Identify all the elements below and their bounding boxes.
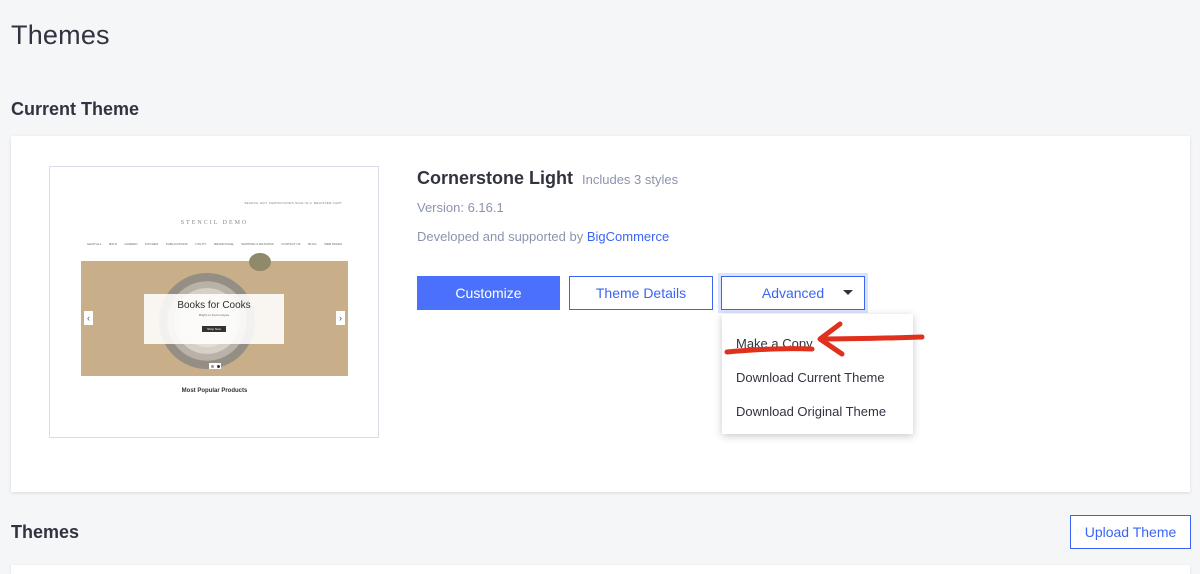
menu-item-download-current-theme[interactable]: Download Current Theme <box>722 360 913 394</box>
current-theme-card: SEARCH GIFT CERTIFICATES SIGN IN or REGI… <box>11 136 1190 492</box>
preview-category: PUBLICATIONS <box>165 242 188 246</box>
theme-details-button[interactable]: Theme Details <box>569 276 713 310</box>
preview-dot <box>210 364 214 368</box>
preview-category: BLOG <box>308 242 317 246</box>
current-theme-heading: Current Theme <box>11 99 140 119</box>
theme-preview-screenshot: SEARCH GIFT CERTIFICATES SIGN IN or REGI… <box>81 198 348 406</box>
preview-slide-button: Shop Now <box>202 326 226 332</box>
theme-preview-thumbnail[interactable]: SEARCH GIFT CERTIFICATES SIGN IN or REGI… <box>49 166 379 438</box>
preview-slide-box: Books for Cooks Bright on fresh recipes … <box>144 294 284 344</box>
preview-category-nav: SHOP ALL BATH GARDEN KITCHEN PUBLICATION… <box>87 242 342 246</box>
menu-item-make-a-copy[interactable]: Make a Copy <box>722 326 913 360</box>
theme-version: Version: 6.16.1 <box>417 200 504 215</box>
menu-item-download-original-theme[interactable]: Download Original Theme <box>722 394 913 428</box>
preview-popular-heading: Most Popular Products <box>181 388 248 394</box>
preview-category: SHOP ALL <box>87 242 102 246</box>
preview-bowl-image <box>249 253 271 271</box>
theme-name-text: Cornerstone Light <box>417 168 573 188</box>
themes-heading: Themes <box>11 522 80 542</box>
preview-category: UTILITY <box>195 242 207 246</box>
preview-category: GARDEN <box>124 242 138 246</box>
preview-chevron-right-icon: › <box>336 311 345 325</box>
preview-slide-title: Books for Cooks <box>177 300 251 311</box>
themes-list-card <box>11 565 1190 574</box>
preview-top-links: SEARCH GIFT CERTIFICATES SIGN IN or REGI… <box>244 201 342 205</box>
page-title: Themes <box>11 20 110 50</box>
preview-chevron-left-icon: ‹ <box>84 311 93 325</box>
preview-brand: STENCIL DEMO <box>180 220 249 226</box>
preview-hero-banner: Books for Cooks Bright on fresh recipes … <box>81 253 348 376</box>
preview-dot-active <box>216 364 220 368</box>
preview-category: BRAND PAGE <box>214 242 234 246</box>
preview-slide-subtitle: Bright on fresh recipes <box>198 313 229 317</box>
theme-developer: Developed and supported by BigCommerce <box>417 229 669 244</box>
preview-slide-dots <box>209 363 221 369</box>
developer-link[interactable]: BigCommerce <box>587 229 669 244</box>
preview-category: WEB PAGES <box>324 242 342 246</box>
preview-category: SHIPPING & RETURNS <box>241 242 274 246</box>
advanced-button-label: Advanced <box>761 285 825 301</box>
developer-prefix: Developed and supported by <box>417 229 587 244</box>
preview-category: BATH <box>109 242 117 246</box>
customize-button[interactable]: Customize <box>417 276 560 310</box>
theme-styles-note: Includes 3 styles <box>582 172 679 187</box>
caret-down-icon <box>843 290 853 295</box>
preview-category: CONTACT US <box>281 242 301 246</box>
upload-theme-button[interactable]: Upload Theme <box>1070 515 1191 549</box>
preview-category: KITCHEN <box>145 242 159 246</box>
theme-name: Cornerstone Light Includes 3 styles <box>417 168 678 189</box>
advanced-dropdown-button[interactable]: Advanced <box>721 276 865 310</box>
advanced-menu: Make a Copy Download Current Theme Downl… <box>722 314 913 434</box>
